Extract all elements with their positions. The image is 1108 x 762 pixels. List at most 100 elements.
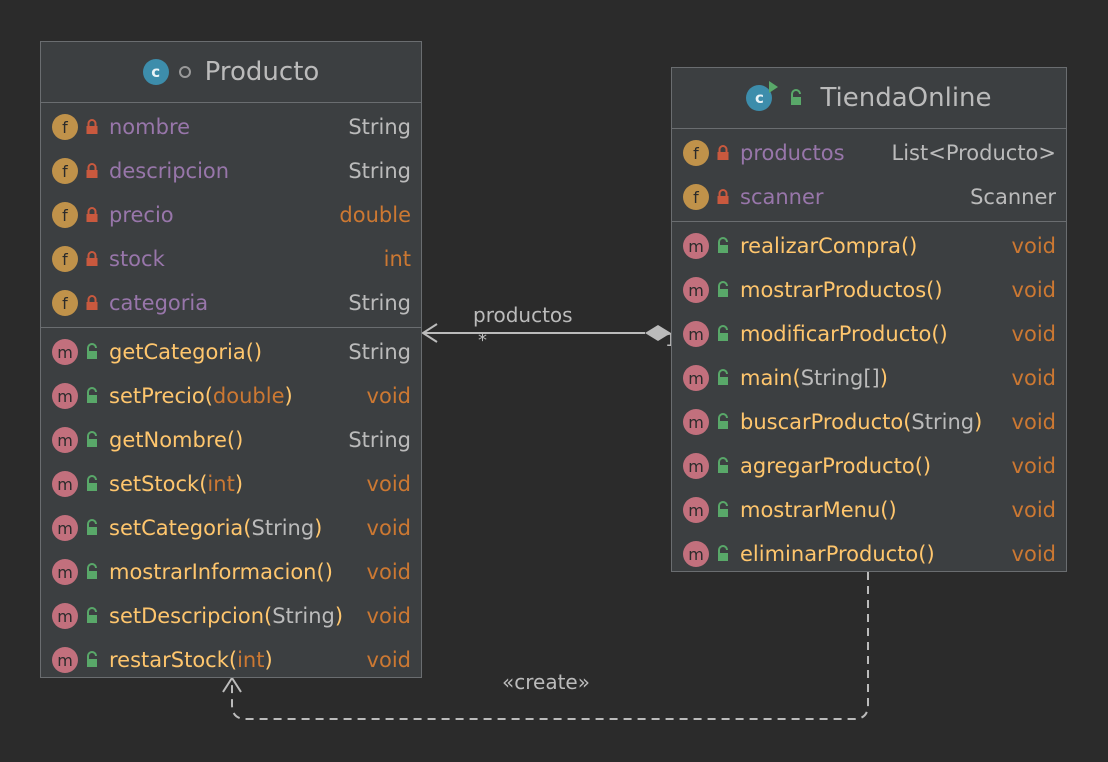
field-name: nombre [109,115,348,139]
method-name: modificarProducto [740,322,932,346]
field-type: double [339,203,411,227]
class-name: Producto [204,57,320,87]
method-row[interactable]: m main(String[]) void [672,356,1066,400]
method-row[interactable]: m eliminarProducto() void [672,532,1066,576]
method-icon: m [683,497,709,523]
method-name: setDescripcion [109,604,265,628]
methods-section: m realizarCompra() void m mostrarProductos()… [672,221,1066,578]
field-icon: f [683,184,709,210]
method-row[interactable]: m agregarProducto() void [672,444,1066,488]
field-name-text: descripcion [109,159,230,183]
param-type: String [911,410,975,434]
field-type: String [348,291,411,315]
private-lock-icon [709,189,737,205]
field-type: int [383,247,411,271]
method-signature: setPrecio(double) [109,384,293,408]
return-type: void [1011,454,1056,478]
param-type: String [272,604,335,628]
method-row[interactable]: m setCategoria(String) void [41,506,421,550]
method-name: mostrarMenu [740,498,881,522]
class-producto[interactable]: c Producto f nombre String f descripcion Stri… [40,41,422,678]
method-signature: restarStock(int) [109,648,273,672]
method-name: agregarProducto [740,454,915,478]
method-icon: m [52,603,78,629]
method-row[interactable]: m mostrarProductos() void [672,268,1066,312]
method-icon: m [683,277,709,303]
method-row[interactable]: m realizarCompra() void [672,224,1066,268]
class-header: c TiendaOnline [672,68,1066,129]
method-signature: buscarProducto(String) [740,410,983,434]
method-signature: getNombre() [109,428,244,452]
method-signature: mostrarProductos() [740,278,943,302]
public-lock-icon [78,343,106,361]
public-lock-icon [709,369,737,387]
param-type: String [251,516,315,540]
field-icon: f [52,202,78,228]
method-signature: realizarCompra() [740,234,918,258]
runnable-class-icon: c [746,81,779,111]
method-row[interactable]: m restarStock(int) void [41,638,421,682]
class-icon: c [142,59,169,85]
method-name: eliminarProducto [740,542,919,566]
public-lock-icon [78,431,106,449]
class-header: c Producto [41,42,421,103]
method-row[interactable]: m buscarProducto(String) void [672,400,1066,444]
method-icon: m [52,515,78,541]
field-name: descripcion [109,159,348,183]
multiplicity-many: * [478,330,487,351]
class-tiendaonline[interactable]: c TiendaOnline f productos List<Producto> f… [671,67,1067,572]
private-lock-icon [709,145,737,161]
public-lock-icon [709,325,737,343]
public-lock-icon [78,387,106,405]
return-type: void [1011,278,1056,302]
method-row[interactable]: m setPrecio(double) void [41,374,421,418]
fields-section: f productos List<Producto> f scanner Scanner [672,129,1066,221]
method-name: restarStock [109,648,229,672]
method-name: mostrarProductos [740,278,927,302]
field-row[interactable]: f productos List<Producto> [672,131,1066,175]
method-signature: setStock(int) [109,472,244,496]
method-row[interactable]: m setDescripcion(String) void [41,594,421,638]
field-row[interactable]: f nombre String [41,105,421,149]
method-icon: m [52,339,78,365]
field-row[interactable]: f precio double [41,193,421,237]
field-icon: f [52,114,78,140]
field-type: List<Producto> [891,141,1056,165]
return-type: void [366,516,411,540]
field-type: String [348,115,411,139]
public-lock-icon [709,237,737,255]
param-type: int [237,648,265,672]
method-name: getCategoria [109,340,246,364]
field-row[interactable]: f stock int [41,237,421,281]
method-row[interactable]: m mostrarMenu() void [672,488,1066,532]
method-icon: m [52,427,78,453]
field-icon: f [52,290,78,316]
field-icon: f [52,158,78,184]
public-lock-icon [709,501,737,519]
return-type: String [348,428,411,452]
method-row[interactable]: m mostrarInformacion() void [41,550,421,594]
return-type: void [1011,234,1056,258]
method-row[interactable]: m getCategoria() String [41,330,421,374]
methods-section: m getCategoria() String m setPrecio(double) v… [41,327,421,684]
method-signature: agregarProducto() [740,454,932,478]
method-icon: m [683,321,709,347]
field-name: stock [109,247,384,271]
field-row[interactable]: f descripcion String [41,149,421,193]
package-visibility-icon [178,66,191,78]
method-signature: mostrarMenu() [740,498,897,522]
method-row[interactable]: m getNombre() String [41,418,421,462]
method-icon: m [52,559,78,585]
return-type: void [1011,410,1056,434]
public-lock-icon [709,457,737,475]
method-signature: mostrarInformacion() [109,560,333,584]
method-row[interactable]: m modificarProducto() void [672,312,1066,356]
field-name: categoria [109,291,348,315]
return-type: void [366,472,411,496]
method-signature: modificarProducto() [740,322,948,346]
public-lock-icon [78,651,106,669]
field-row[interactable]: f categoria String [41,281,421,325]
field-name: scanner [740,185,970,209]
method-row[interactable]: m setStock(int) void [41,462,421,506]
field-row[interactable]: f scanner Scanner [672,175,1066,219]
